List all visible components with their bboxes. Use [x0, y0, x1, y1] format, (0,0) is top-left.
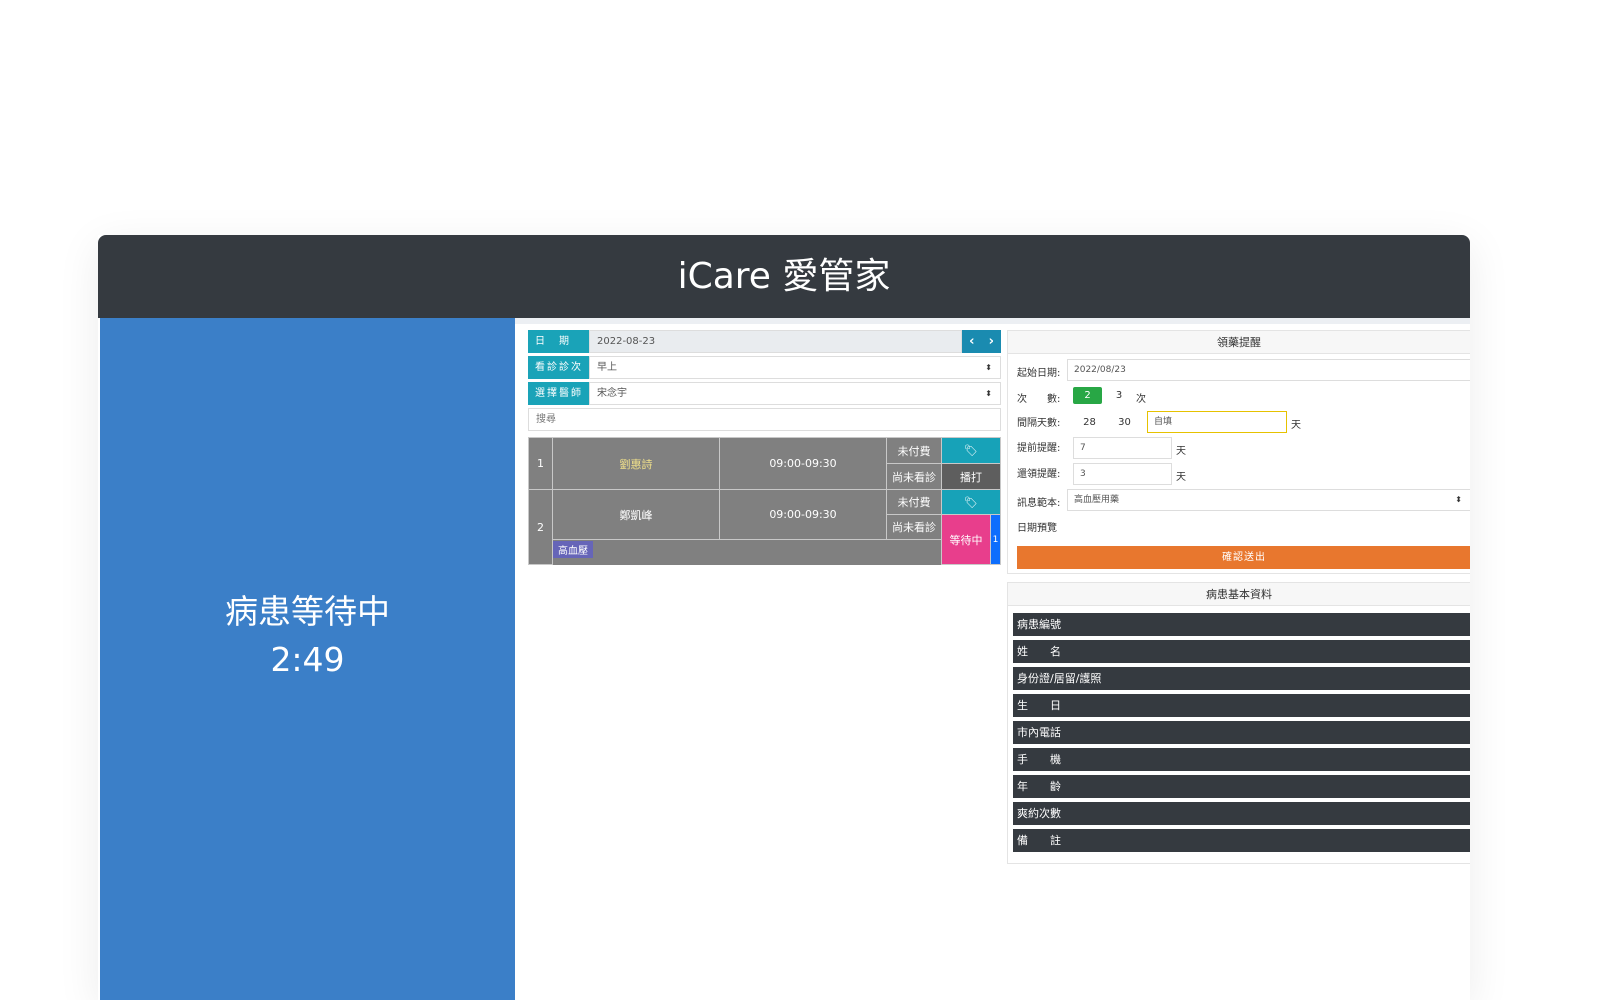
template-select[interactable]: 高血壓用藥 ⬍: [1067, 489, 1470, 511]
appointment-time: 09:00-09:30: [719, 489, 887, 540]
session-label: 看診診次: [528, 356, 589, 379]
template-label: 訊息範本:: [1017, 498, 1061, 509]
preview-label: 日期預覽: [1017, 523, 1057, 534]
date-row: 日 期 2022-08-23 ‹ ›: [528, 330, 1001, 353]
search-input[interactable]: 搜尋: [528, 408, 1001, 431]
patient-name[interactable]: 劉惠詩: [552, 437, 720, 490]
count-option-selected[interactable]: 2: [1073, 387, 1102, 404]
interval-option[interactable]: 28: [1077, 414, 1102, 431]
patient-info-title: 病患基本資料: [1008, 583, 1470, 606]
repeat-unit: 天: [1176, 472, 1186, 483]
appointment-table: 1 劉惠詩 09:00-09:30 未付費 尚未看診 🏷 播打 2 鄭凱峰 09…: [528, 437, 1001, 565]
interval-label: 間隔天數:: [1017, 418, 1061, 429]
tags-icon: 🏷: [964, 444, 978, 457]
info-row: 備 註: [1013, 829, 1470, 852]
info-row: 姓 名: [1013, 640, 1470, 663]
session-row: 看診診次 早上 ⬍: [528, 356, 1001, 379]
info-row: 市內電話: [1013, 721, 1470, 744]
doctor-label: 選擇醫師: [528, 382, 589, 405]
select-caret-icon: ⬍: [1455, 495, 1462, 504]
patient-name[interactable]: 鄭凱峰: [552, 489, 720, 540]
doctor-row: 選擇醫師 宋念宇 ⬍: [528, 382, 1001, 405]
condition-tag: 高血壓: [553, 541, 593, 558]
info-row: 手 機: [1013, 748, 1470, 771]
repeat-input[interactable]: 3: [1073, 463, 1172, 485]
info-row: 生 日: [1013, 694, 1470, 717]
app-title: iCare 愛管家: [98, 235, 1470, 318]
payment-status: 未付費: [886, 489, 942, 515]
app-screenshot: 日 期 2022-08-23 ‹ › 看診診次 早上 ⬍ 選擇醫師 宋念宇 ⬍ …: [515, 318, 1470, 1000]
waiting-button[interactable]: 等待中: [941, 514, 991, 565]
info-row: 年 齡: [1013, 775, 1470, 798]
waiting-status: 病患等待中: [225, 592, 390, 631]
tags-button[interactable]: 🏷: [941, 489, 1001, 515]
row-number: 2: [528, 489, 553, 565]
submit-button[interactable]: 確認送出: [1017, 546, 1470, 569]
count-label: 次 數:: [1017, 394, 1061, 405]
advance-unit: 天: [1176, 446, 1186, 457]
appointment-time: 09:00-09:30: [719, 437, 887, 490]
waiting-panel: 病患等待中 2:49: [100, 318, 515, 1000]
tags-icon: 🏷: [964, 495, 978, 509]
date-nav: ‹ ›: [962, 330, 1001, 353]
visit-status: 尚未看診: [886, 514, 942, 540]
session-value: 早上: [597, 362, 617, 373]
info-row: 身份證/居留/護照: [1013, 667, 1470, 690]
reminder-title: 領藥提醒: [1008, 331, 1470, 354]
select-caret-icon: ⬍: [985, 363, 992, 372]
visit-status: 尚未看診: [886, 463, 942, 490]
template-value: 高血壓用藥: [1074, 495, 1120, 505]
session-select[interactable]: 早上 ⬍: [589, 356, 1001, 379]
advance-label: 提前提醒:: [1017, 443, 1061, 454]
tags-button[interactable]: 🏷: [941, 437, 1001, 464]
interval-unit: 天: [1291, 420, 1301, 431]
doctor-value: 宋念宇: [597, 388, 627, 399]
info-row: 爽約次數: [1013, 802, 1470, 825]
payment-status: 未付費: [886, 437, 942, 464]
count-unit: 次: [1136, 394, 1146, 405]
start-date-label: 起始日期:: [1017, 368, 1061, 379]
doctor-select[interactable]: 宋念宇 ⬍: [589, 382, 1001, 405]
advance-input[interactable]: 7: [1073, 437, 1172, 459]
count-option[interactable]: 3: [1109, 387, 1129, 404]
reminder-panel: 領藥提醒 起始日期: 2022/08/23 次 數: 2 3 次 間隔天數: 2…: [1007, 330, 1470, 574]
date-field[interactable]: 2022-08-23: [589, 330, 962, 353]
patient-info-panel: 病患基本資料 病患編號 姓 名 身份證/居留/護照 生 日 市內電話 手 機 年…: [1007, 582, 1470, 864]
repeat-label: 還領提醒:: [1017, 469, 1061, 480]
call-button[interactable]: 播打: [941, 463, 1001, 490]
waiting-timer: 2:49: [270, 640, 345, 679]
interval-option[interactable]: 30: [1112, 414, 1137, 431]
chevron-right-icon[interactable]: ›: [989, 334, 994, 349]
queue-badge: 1: [990, 514, 1001, 565]
waiting-message: 病患等待中 2:49: [100, 588, 515, 684]
chevron-left-icon[interactable]: ‹: [969, 334, 974, 349]
date-label: 日 期: [528, 330, 589, 353]
start-date-input[interactable]: 2022/08/23: [1067, 359, 1470, 381]
select-caret-icon: ⬍: [985, 389, 992, 398]
interval-custom-input[interactable]: 自填: [1147, 411, 1287, 433]
info-row: 病患編號: [1013, 613, 1470, 636]
app-frame: iCare 愛管家 病患等待中 2:49 日 期 2022-08-23 ‹ › …: [98, 235, 1470, 1000]
row-number: 1: [528, 437, 553, 490]
